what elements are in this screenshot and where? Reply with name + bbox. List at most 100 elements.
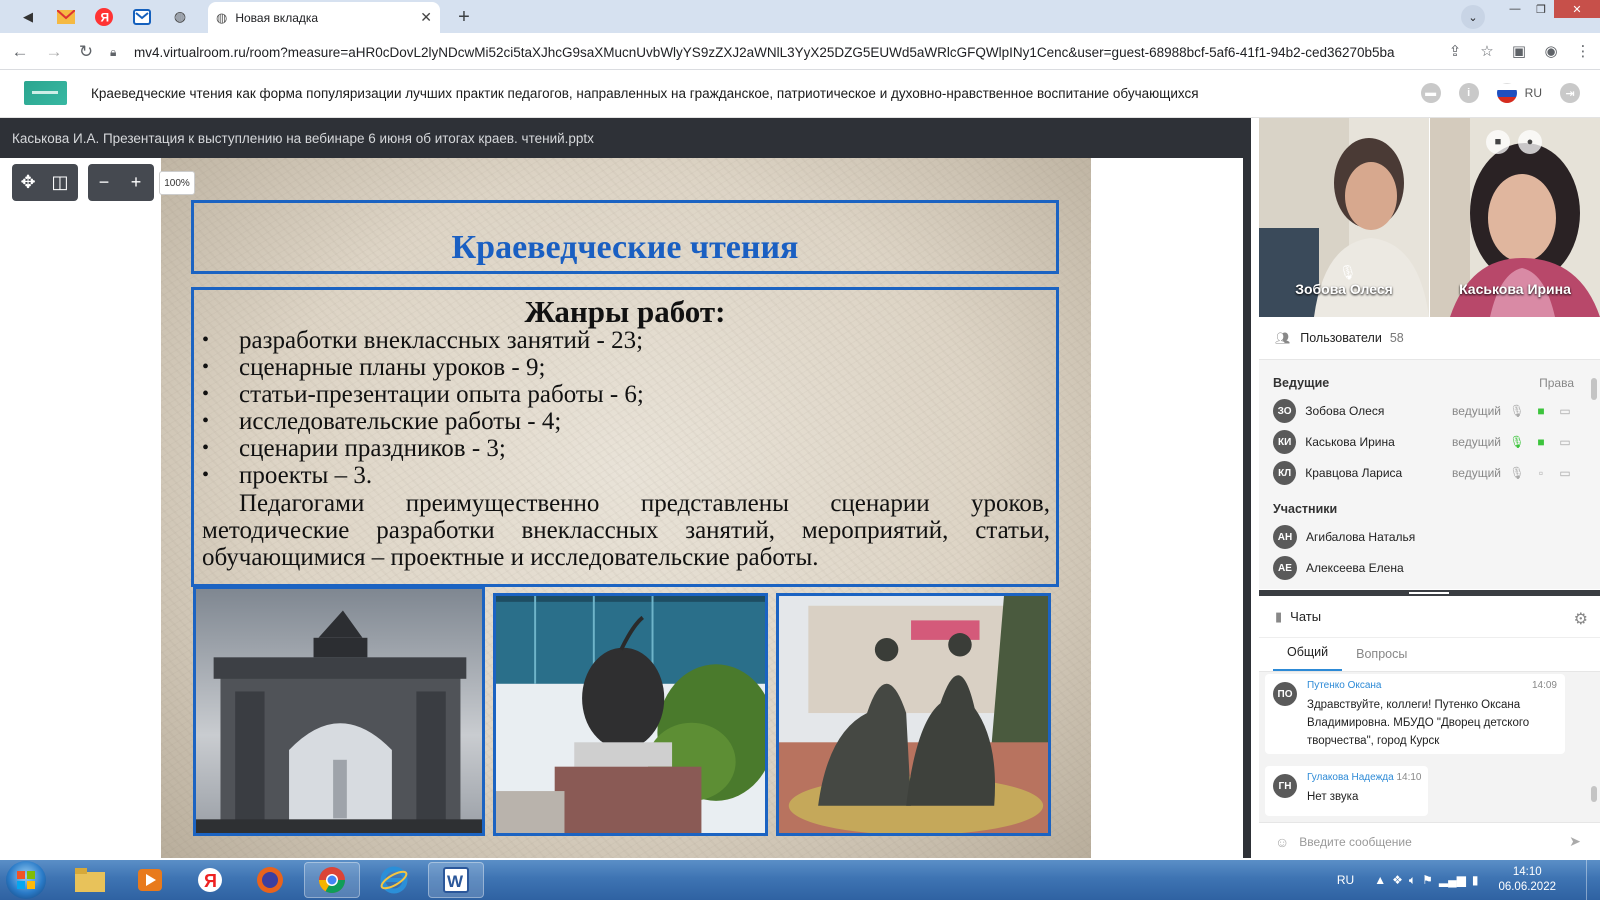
keyboard-language[interactable]: RU: [1337, 873, 1354, 887]
zoom-in-button[interactable]: +: [120, 164, 152, 201]
pinned-tab-mail[interactable]: [52, 4, 80, 29]
fit-width-icon[interactable]: ◫: [44, 164, 76, 201]
russia-flag-icon[interactable]: [1496, 83, 1517, 103]
chrome-icon: ◍: [216, 9, 228, 25]
taskbar-yandex-browser[interactable]: Я: [182, 862, 238, 898]
language-label[interactable]: RU: [1525, 86, 1542, 100]
participants-section-label: Участники: [1273, 502, 1338, 516]
taskbar-word[interactable]: W: [428, 862, 484, 898]
camera-off-icon[interactable]: ▫: [1533, 466, 1549, 480]
users-panel-header[interactable]: 👥︎ Пользователи 58: [1259, 317, 1600, 359]
avatar: ПО: [1273, 682, 1297, 706]
firefox-icon: [257, 867, 283, 893]
profile-icon[interactable]: ◉: [1540, 40, 1562, 62]
avatar: ГН: [1273, 774, 1297, 798]
mic-off-icon[interactable]: 🎙︎: [1509, 466, 1525, 480]
taskbar-chrome[interactable]: [304, 862, 360, 898]
app-logo: [24, 81, 67, 105]
share-icon[interactable]: ⇪: [1444, 40, 1466, 62]
word-icon: W: [443, 867, 469, 893]
security-icon[interactable]: ⚑: [1422, 873, 1433, 888]
pinned-tab-web[interactable]: ◍: [166, 4, 194, 29]
screen-share-off-icon[interactable]: ▭: [1557, 466, 1573, 480]
volume-icon[interactable]: 🔈︎: [1409, 873, 1416, 888]
menu-dots-icon[interactable]: ⋮: [1572, 40, 1594, 62]
user-row[interactable]: АЕ Алексеева Елена: [1273, 556, 1573, 580]
hosts-section-label: Ведущие: [1273, 376, 1330, 390]
taskbar-media-player[interactable]: [122, 862, 178, 898]
camera-on-icon[interactable]: ■: [1533, 435, 1549, 449]
rights-label: Права: [1539, 376, 1574, 390]
emoji-icon[interactable]: ☺: [1275, 834, 1289, 850]
antivirus-icon[interactable]: ❖: [1392, 873, 1403, 888]
app-header: Краеведческие чтения как форма популяриз…: [0, 70, 1600, 118]
screen-share-off-icon[interactable]: ▭: [1557, 404, 1573, 418]
address-bar[interactable]: 🔒︎ mv4.virtualroom.ru/room?measure=aHR0c…: [110, 38, 1460, 66]
start-button[interactable]: [6, 861, 46, 899]
microphone-icon[interactable]: ●: [1518, 130, 1542, 154]
genre-item: сценарии праздников - 3;: [202, 435, 1050, 462]
video-tile-kaskova[interactable]: ■ ● Каськова Ирина: [1430, 118, 1600, 317]
tab-search-button[interactable]: ⌄: [1461, 5, 1485, 29]
zoom-level[interactable]: 100%: [159, 171, 195, 195]
close-window-button[interactable]: ✕: [1554, 0, 1600, 18]
system-clock[interactable]: 14:10 06.06.2022: [1498, 865, 1556, 895]
zoom-out-button[interactable]: −: [88, 164, 120, 201]
side-panel-icon[interactable]: ▣: [1508, 40, 1530, 62]
photo-sculpture-group: [776, 593, 1051, 836]
taskbar-internet-explorer[interactable]: [366, 862, 422, 898]
user-row[interactable]: ЗО Зобова Олеся ведущий 🎙︎ ■ ▭: [1273, 399, 1573, 423]
network-icon[interactable]: ▂▄▆: [1439, 873, 1466, 888]
slide-body-box: Жанры работ: разработки внеклассных заня…: [191, 287, 1059, 587]
user-row[interactable]: КИ Каськова Ирина ведущий 🎙︎ ■ ▭: [1273, 430, 1573, 454]
users-icon: 👥︎: [1275, 331, 1291, 345]
yandex-icon: Я: [198, 868, 222, 892]
header-actions: ▬ i RU ⇥: [1420, 83, 1580, 103]
close-tab-icon[interactable]: ✕: [420, 9, 432, 26]
camera-on-icon[interactable]: ■: [1533, 404, 1549, 418]
user-row[interactable]: КЛ Кравцова Лариса ведущий 🎙︎ ▫ ▭: [1273, 461, 1573, 485]
info-icon[interactable]: i: [1458, 83, 1479, 103]
tab-general[interactable]: Общий: [1273, 645, 1343, 671]
screen-share-off-icon[interactable]: ▭: [1557, 435, 1573, 449]
folder-icon[interactable]: ▬: [1420, 83, 1441, 103]
camera-icon[interactable]: ■: [1486, 130, 1510, 154]
chat-message-input[interactable]: [1299, 834, 1560, 849]
clock-date: 06.06.2022: [1498, 881, 1556, 893]
taskbar-explorer[interactable]: [62, 862, 118, 898]
genre-item: исследовательские работы - 4;: [202, 408, 1050, 435]
minimize-button[interactable]: —: [1502, 0, 1528, 18]
video-tile-zobova[interactable]: 🎙︎ Зобова Олеся: [1259, 118, 1429, 317]
restore-button[interactable]: ❐: [1528, 0, 1554, 18]
mic-off-icon[interactable]: 🎙︎: [1509, 404, 1525, 418]
pinned-tab-audio[interactable]: ◀: [14, 4, 42, 29]
chat-input-bar: ☺ ➤: [1259, 822, 1600, 860]
power-icon[interactable]: ▮: [1472, 873, 1479, 888]
bookmark-star-icon[interactable]: ☆: [1476, 40, 1498, 62]
reload-button[interactable]: ↻: [74, 40, 98, 64]
send-icon[interactable]: ➤: [1560, 833, 1590, 850]
show-desktop-button[interactable]: [1586, 860, 1600, 900]
chat-scrollbar[interactable]: [1591, 786, 1597, 802]
tray-expand-icon[interactable]: ▲: [1374, 873, 1386, 888]
new-tab-button[interactable]: +: [452, 5, 476, 29]
forward-button[interactable]: →: [42, 40, 66, 64]
browser-toolbar: ← → ↻ 🔒︎ mv4.virtualroom.ru/room?measure…: [0, 33, 1600, 70]
move-icon[interactable]: ✥: [12, 164, 44, 201]
tab-new[interactable]: ◍ Новая вкладка ✕: [208, 2, 440, 33]
exit-icon[interactable]: ⇥: [1560, 83, 1580, 103]
avatar: ЗО: [1273, 399, 1297, 423]
user-row[interactable]: АН Агибалова Наталья: [1273, 525, 1573, 549]
gear-icon[interactable]: ⚙: [1574, 609, 1588, 629]
pinned-tab-mail-ru[interactable]: [128, 4, 156, 29]
tab-questions[interactable]: Вопросы: [1342, 647, 1421, 671]
pinned-tab-yandex[interactable]: Я: [90, 4, 118, 29]
mic-on-icon[interactable]: 🎙︎: [1509, 435, 1525, 449]
webinar-title: Краеведческие чтения как форма популяриз…: [91, 86, 1199, 101]
user-name: Каськова Ирина: [1305, 435, 1395, 449]
users-scrollbar[interactable]: [1591, 378, 1597, 400]
taskbar-firefox[interactable]: [242, 862, 298, 898]
lock-icon: 🔒︎: [110, 44, 117, 59]
chat-message: ПО Путенко Оксана 14:09 Здравствуйте, ко…: [1265, 674, 1565, 754]
back-button[interactable]: ←: [8, 40, 32, 64]
